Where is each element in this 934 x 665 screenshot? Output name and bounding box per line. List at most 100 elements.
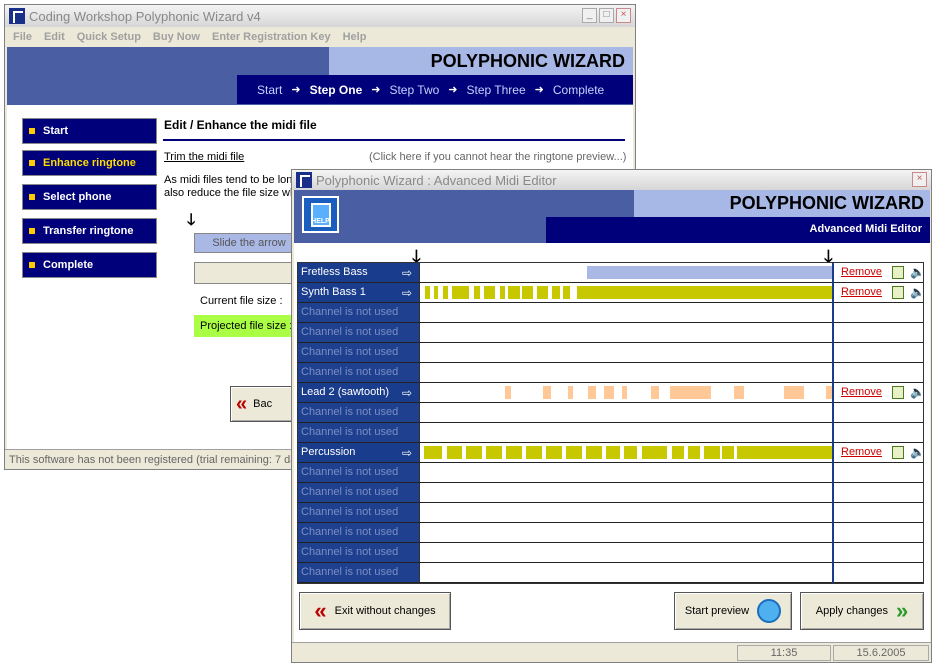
channel-name: Channel is not used (298, 423, 420, 442)
edit-channel-icon[interactable] (892, 266, 904, 279)
note-block (670, 386, 711, 399)
nav-enhance-ringtone[interactable]: Enhance ringtone (22, 150, 157, 176)
main-title-bar[interactable]: Coding Workshop Polyphonic Wizard v4 _ □… (5, 5, 635, 27)
channel-arrow-icon[interactable]: ⇨ (402, 266, 412, 280)
note-block (466, 446, 482, 459)
note-block (577, 286, 832, 299)
apply-arrow-icon: » (895, 598, 909, 623)
end-marker-line[interactable] (832, 263, 834, 583)
app-icon (9, 8, 25, 24)
note-block (434, 286, 438, 299)
step-start: Start (257, 82, 283, 97)
channel-row: Channel is not used (298, 523, 923, 543)
nav-transfer-ringtone[interactable]: Transfer ringtone (22, 218, 157, 244)
mute-speaker-icon[interactable]: 🔈 (910, 385, 925, 399)
menu-bar: File Edit Quick Setup Buy Now Enter Regi… (5, 27, 635, 47)
editor-app-icon (296, 172, 312, 188)
maximize-button[interactable]: □ (599, 8, 614, 23)
note-block (624, 446, 637, 459)
trim-midi-link[interactable]: Trim the midi file (164, 151, 244, 163)
section-divider (163, 139, 625, 141)
remove-channel-link[interactable]: Remove (841, 286, 882, 298)
progress-bar (194, 262, 304, 284)
menu-buy-now[interactable]: Buy Now (153, 31, 200, 43)
arrow-right-icon: ➜ (291, 84, 301, 96)
remove-channel-link[interactable]: Remove (841, 266, 882, 278)
slider-label: Slide the arrow (212, 237, 286, 249)
trim-start-marker-icon[interactable]: 🡓 (187, 209, 195, 236)
registration-status: This software has not been registered (t… (9, 453, 302, 466)
edit-channel-icon[interactable] (892, 446, 904, 459)
status-date: 15.6.2005 (833, 645, 929, 661)
note-block (586, 446, 602, 459)
edit-channel-icon[interactable] (892, 286, 904, 299)
trim-slider[interactable]: Slide the arrow (194, 233, 304, 253)
mute-speaker-icon[interactable]: 🔈 (910, 285, 925, 299)
preview-hint-link[interactable]: (Click here if you cannot hear the ringt… (369, 151, 626, 163)
note-block (486, 446, 502, 459)
apply-changes-button[interactable]: Apply changes » (800, 592, 924, 630)
channel-name: Channel is not used (298, 563, 420, 582)
close-button[interactable]: × (616, 8, 631, 23)
note-block (722, 446, 734, 459)
channel-name: Channel is not used (298, 323, 420, 342)
menu-quick-setup[interactable]: Quick Setup (77, 31, 141, 43)
editor-subtitle: Advanced Midi Editor (809, 223, 922, 235)
channel-name: Channel is not used (298, 503, 420, 522)
exit-without-changes-button[interactable]: « Exit without changes (299, 592, 451, 630)
note-block (508, 286, 520, 299)
channel-row: Channel is not used (298, 303, 923, 323)
nav-select-phone[interactable]: Select phone (22, 184, 157, 210)
minimize-button[interactable]: _ (582, 8, 597, 23)
note-block (522, 286, 533, 299)
current-size-label: Current file size : (200, 295, 283, 307)
note-block (452, 286, 469, 299)
editor-window: Polyphonic Wizard : Advanced Midi Editor… (291, 169, 932, 663)
editor-title-bar[interactable]: Polyphonic Wizard : Advanced Midi Editor… (292, 170, 931, 190)
note-block (622, 386, 627, 399)
status-time: 11:35 (737, 645, 831, 661)
note-block (505, 386, 511, 399)
channel-row: Synth Bass 1 ⇨ Remove 🔈 (298, 283, 925, 303)
note-block (546, 446, 562, 459)
main-window-title: Coding Workshop Polyphonic Wizard v4 (29, 8, 261, 24)
start-preview-button[interactable]: Start preview (674, 592, 792, 630)
mute-speaker-icon[interactable]: 🔈 (910, 445, 925, 459)
menu-help[interactable]: Help (343, 31, 367, 43)
editor-close-button[interactable]: × (912, 172, 927, 187)
channel-row: Channel is not used (298, 463, 923, 483)
note-block (506, 446, 522, 459)
mute-speaker-icon[interactable]: 🔈 (910, 265, 925, 279)
help-button[interactable]: HELP (302, 196, 339, 233)
edit-channel-icon[interactable] (892, 386, 904, 399)
back-button[interactable]: « Bac (230, 386, 300, 422)
nav-complete[interactable]: Complete (22, 252, 157, 278)
channel-arrow-icon[interactable]: ⇨ (402, 446, 412, 460)
description-line-1: As midi files tend to be long (164, 174, 299, 186)
menu-enter-registration-key[interactable]: Enter Registration Key (212, 31, 331, 43)
channel-name: Channel is not used (298, 343, 420, 362)
note-block (784, 386, 804, 399)
channel-arrow-icon[interactable]: ⇨ (402, 286, 412, 300)
note-block (425, 286, 430, 299)
menu-edit[interactable]: Edit (44, 31, 65, 43)
banner-title: POLYPHONIC WIZARD (430, 51, 625, 71)
channel-arrow-icon[interactable]: ⇨ (402, 386, 412, 400)
channel-row: Fretless Bass ⇨ Remove 🔈 (298, 263, 925, 283)
note-block (737, 446, 832, 459)
channel-row: Channel is not used (298, 323, 923, 343)
remove-channel-link[interactable]: Remove (841, 446, 882, 458)
note-block (642, 446, 667, 459)
note-block (566, 446, 582, 459)
channel-row: Channel is not used (298, 423, 923, 443)
nav-start[interactable]: Start (22, 118, 157, 144)
speaker-icon (757, 599, 782, 623)
menu-file[interactable]: File (13, 31, 32, 43)
editor-banner-title: POLYPHONIC WIZARD (729, 193, 924, 213)
remove-channel-link[interactable]: Remove (841, 386, 882, 398)
step-two: Step Two (389, 82, 440, 97)
note-block (484, 286, 495, 299)
channel-row: Lead 2 (sawtooth) ⇨ Remove 🔈 (298, 383, 925, 403)
note-block (447, 446, 462, 459)
projected-size-label: Projected file size : (200, 320, 293, 332)
